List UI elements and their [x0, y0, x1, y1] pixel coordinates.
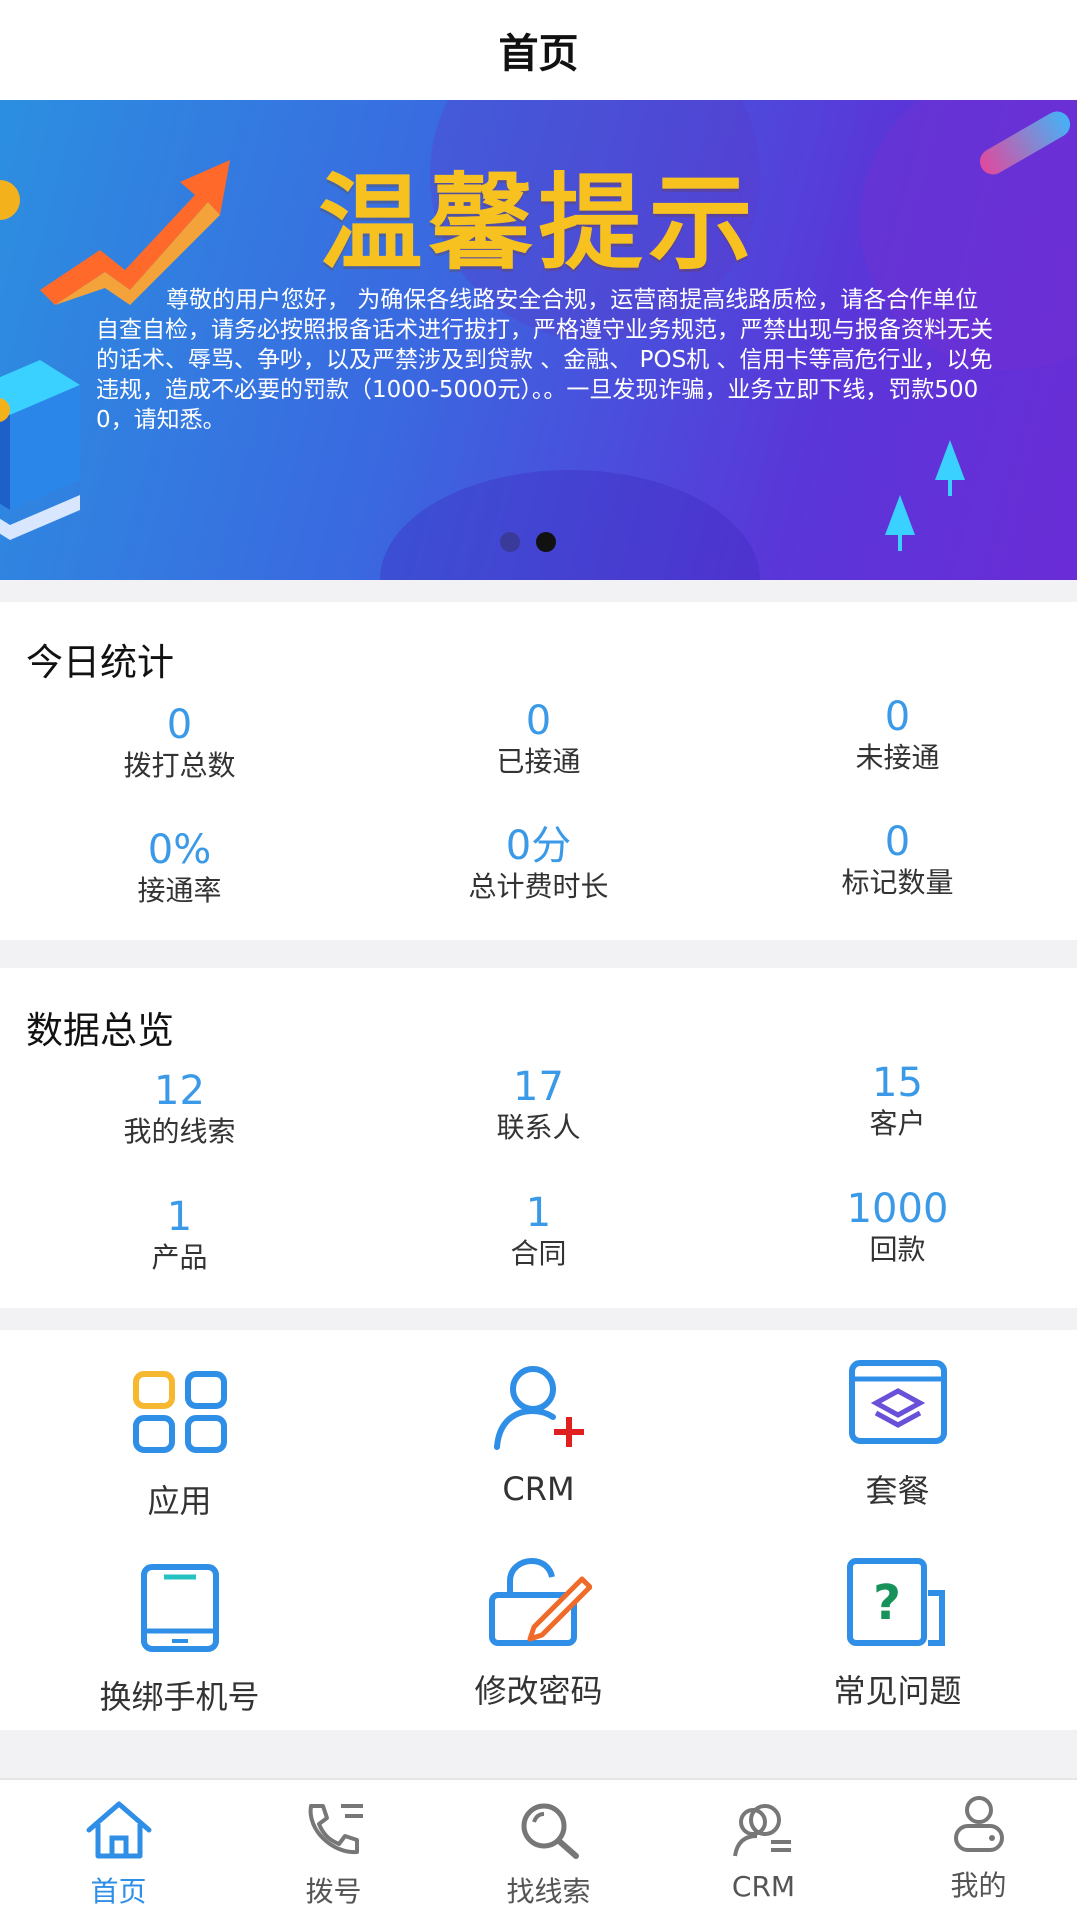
- stat-payments[interactable]: 1000 回款: [718, 1186, 1077, 1268]
- shortcut-package[interactable]: 套餐: [718, 1352, 1077, 1512]
- phone-icon: [140, 1564, 219, 1652]
- shortcut-change-phone[interactable]: 换绑手机号: [0, 1558, 359, 1718]
- shortcut-label: 常见问题: [833, 1672, 962, 1710]
- tab-mine[interactable]: 我的: [871, 1792, 1077, 1904]
- shortcut-apps[interactable]: 应用: [0, 1362, 359, 1522]
- tab-dial[interactable]: 拨号: [226, 1798, 441, 1910]
- shortcuts-grid: 应用 CRM 套餐 换绑手机号 修改密码 ? 常见问题: [0, 1330, 1077, 1730]
- stat-value: 12: [154, 1068, 205, 1114]
- section-divider: [0, 1308, 1077, 1330]
- stacked-box-icon: [0, 360, 80, 540]
- section-divider: [0, 580, 1077, 602]
- stat-value: 0分: [505, 823, 572, 869]
- shortcut-label: 应用: [147, 1482, 212, 1520]
- stat-value: 17: [513, 1064, 564, 1110]
- stat-connected[interactable]: 0 已接通: [359, 698, 718, 780]
- apps-grid-icon: [132, 1371, 227, 1453]
- shortcut-label: 套餐: [865, 1472, 930, 1510]
- stat-label: 我的线索: [123, 1115, 236, 1148]
- svg-text:?: ?: [873, 1575, 901, 1631]
- stat-label: 回款: [869, 1233, 926, 1266]
- stat-value: 1: [166, 1194, 193, 1240]
- stat-label: 合同: [510, 1237, 567, 1270]
- stat-label: 接通率: [137, 874, 222, 907]
- tab-label: 找线索: [506, 1875, 591, 1908]
- tab-label: 拨号: [305, 1875, 362, 1908]
- tab-find-leads[interactable]: 找线索: [441, 1798, 656, 1910]
- stat-value: 0: [884, 694, 911, 740]
- tree-decoration: [885, 495, 915, 551]
- stat-value: 0: [166, 702, 193, 748]
- stat-label: 已接通: [496, 745, 581, 778]
- shortcut-label: 修改密码: [474, 1672, 603, 1710]
- profile-icon: [953, 1796, 1004, 1852]
- stat-customers[interactable]: 15 客户: [718, 1060, 1077, 1142]
- shortcut-label: CRM: [502, 1470, 575, 1508]
- page-title: 首页: [498, 31, 579, 77]
- question-doc-icon: ?: [846, 1558, 945, 1646]
- stat-value: 15: [872, 1060, 923, 1106]
- tab-label: 我的: [950, 1869, 1007, 1902]
- shortcut-change-password[interactable]: 修改密码: [359, 1552, 718, 1712]
- stat-products[interactable]: 1 产品: [0, 1194, 359, 1276]
- section-divider: [0, 1730, 1077, 1778]
- stat-my-leads[interactable]: 12 我的线索: [0, 1068, 359, 1150]
- tree-decoration: [935, 440, 965, 496]
- stat-contacts[interactable]: 17 联系人: [359, 1064, 718, 1146]
- stat-marked-count[interactable]: 0 标记数量: [718, 819, 1077, 901]
- crm-users-icon: [732, 1804, 791, 1857]
- search-icon: [521, 1803, 579, 1859]
- banner-title: 温馨提示: [318, 162, 759, 284]
- stat-connect-rate[interactable]: 0% 接通率: [0, 827, 359, 909]
- stat-value: 1000: [846, 1186, 949, 1232]
- stat-label: 联系人: [496, 1111, 581, 1144]
- today-stats-title: 今日统计: [26, 641, 174, 684]
- bottom-tab-bar: 首页 拨号 找线索 CRM 我的: [0, 1778, 1077, 1917]
- lock-edit-icon: [488, 1557, 592, 1646]
- tab-label: CRM: [731, 1870, 796, 1903]
- shortcut-label: 换绑手机号: [99, 1678, 260, 1716]
- section-divider: [0, 940, 1077, 968]
- stat-label: 拨打总数: [123, 749, 236, 782]
- stat-label: 总计费时长: [468, 870, 609, 903]
- tab-crm[interactable]: CRM: [656, 1798, 871, 1903]
- package-layers-icon: [848, 1360, 947, 1444]
- carousel-dot-2[interactable]: [536, 532, 556, 552]
- overview-title: 数据总览: [26, 1009, 174, 1052]
- home-icon: [86, 1801, 151, 1859]
- page-header: 首页: [0, 0, 1077, 100]
- stat-value: 0: [884, 819, 911, 865]
- add-user-icon: [493, 1366, 584, 1450]
- tab-home[interactable]: 首页: [11, 1798, 226, 1910]
- stat-billed-duration[interactable]: 0分 总计费时长: [359, 823, 718, 905]
- dial-phone-icon: [308, 1804, 363, 1855]
- stat-label: 标记数量: [841, 866, 954, 899]
- overview-section: 数据总览 12 我的线索 17 联系人 15 客户 1 产品 1 合同 1000…: [0, 968, 1077, 1308]
- carousel-dot-1[interactable]: [500, 532, 520, 552]
- stat-total-calls[interactable]: 0 拨打总数: [0, 702, 359, 784]
- stat-value: 0%: [147, 827, 212, 873]
- tab-label: 首页: [90, 1875, 147, 1908]
- banner-decoration: [380, 470, 760, 580]
- shortcut-crm[interactable]: CRM: [359, 1356, 718, 1508]
- stat-label: 产品: [151, 1241, 208, 1274]
- stat-label: 客户: [869, 1107, 926, 1140]
- banner-notice-text: 尊敬的用户您好， 为确保各线路安全合规，运营商提高线路质检，请各合作单位自查自检…: [96, 287, 993, 433]
- stat-value: 0: [525, 698, 552, 744]
- today-stats-section: 今日统计 0 拨打总数 0 已接通 0 未接通 0% 接通率 0分 总计费时长 …: [0, 602, 1077, 940]
- stat-not-connected[interactable]: 0 未接通: [718, 694, 1077, 776]
- carousel-indicator[interactable]: [500, 532, 556, 552]
- shortcut-faq[interactable]: ? 常见问题: [718, 1552, 1077, 1712]
- stat-contracts[interactable]: 1 合同: [359, 1190, 718, 1272]
- stat-label: 未接通: [855, 741, 940, 774]
- notice-banner[interactable]: 温馨提示 尊敬的用户您好， 为确保各线路安全合规，运营商提高线路质检，请各合作单…: [0, 100, 1077, 580]
- stat-value: 1: [525, 1190, 552, 1236]
